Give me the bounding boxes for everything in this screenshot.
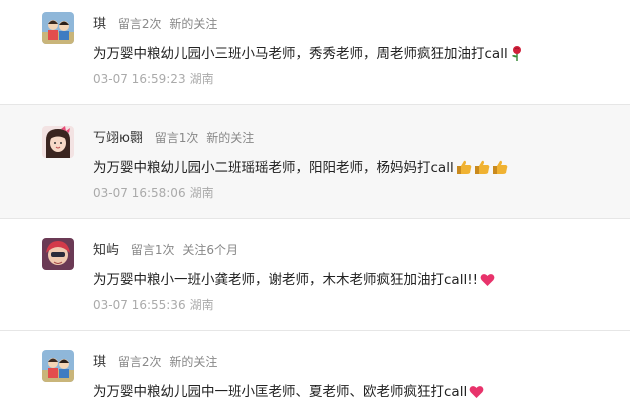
comment-body: 为万婴中粮幼儿园小二班瑶瑶老师，阳阳老师，杨妈妈打call	[93, 160, 454, 176]
comment-count: 留言2次	[117, 17, 162, 31]
location: 湖南	[189, 298, 214, 312]
avatar-cartoon-icon	[42, 238, 74, 270]
comment-meta: 丂翊ю翾 留言1次 新的关注	[93, 127, 254, 146]
comment-meta: 琪 留言2次 新的关注	[93, 13, 217, 32]
follow-status: 新的关注	[169, 355, 218, 369]
follow-status: 新的关注	[206, 131, 255, 145]
avatar[interactable]	[42, 350, 74, 382]
thumbs-up-icon	[474, 159, 490, 179]
location: 湖南	[189, 72, 214, 86]
comment-body: 为万婴中粮幼儿园中一班小匡老师、夏老师、欧老师疯狂打call	[93, 384, 468, 400]
avatar[interactable]	[42, 238, 74, 270]
follow-status: 新的关注	[169, 17, 218, 31]
comment-item: 知屿 留言1次 关注6个月 为万婴中粮小一班小龚老师，谢老师，木木老师疯狂加油打…	[0, 219, 630, 331]
comment-count: 留言2次	[117, 355, 162, 369]
rose-icon	[510, 45, 524, 65]
comment-text: 为万婴中粮幼儿园小三班小马老师，秀秀老师，周老师疯狂加油打call	[93, 42, 524, 65]
location: 湖南	[189, 186, 214, 200]
timestamp: 03-07 16:59:23	[93, 72, 186, 86]
comment-time: 03-07 16:58:06 湖南	[93, 184, 214, 201]
timestamp: 03-07 16:55:36	[93, 298, 186, 312]
comment-text: 为万婴中粮小一班小龚老师，谢老师，木木老师疯狂加油打call!!	[93, 268, 495, 291]
comment-count: 留言1次	[154, 131, 199, 145]
avatar-kids-icon	[42, 12, 74, 44]
commenter-name[interactable]: 丂翊ю翾	[93, 131, 143, 146]
comment-count: 留言1次	[130, 243, 175, 257]
comment-body: 为万婴中粮小一班小龚老师，谢老师，木木老师疯狂加油打call!!	[93, 272, 479, 288]
heart-icon	[480, 273, 495, 291]
thumbs-up-icon	[456, 159, 472, 179]
avatar-girl-icon	[42, 126, 74, 158]
timestamp: 03-07 16:58:06	[93, 186, 186, 200]
commenter-name[interactable]: 知屿	[93, 243, 119, 258]
comment-meta: 知屿 留言1次 关注6个月	[93, 239, 238, 258]
comment-item: 丂翊ю翾 留言1次 新的关注 为万婴中粮幼儿园小二班瑶瑶老师，阳阳老师，杨妈妈打…	[0, 105, 630, 219]
avatar-kids-icon	[42, 350, 74, 382]
avatar[interactable]	[42, 12, 74, 44]
commenter-name[interactable]: 琪	[93, 355, 106, 370]
comment-text: 为万婴中粮幼儿园中一班小匡老师、夏老师、欧老师疯狂打call	[93, 380, 484, 403]
comment-body: 为万婴中粮幼儿园小三班小马老师，秀秀老师，周老师疯狂加油打call	[93, 46, 508, 62]
avatar[interactable]	[42, 126, 74, 158]
comment-item: 琪 留言2次 新的关注 为万婴中粮幼儿园中一班小匡老师、夏老师、欧老师疯狂打ca…	[0, 331, 630, 410]
comment-text: 为万婴中粮幼儿园小二班瑶瑶老师，阳阳老师，杨妈妈打call	[93, 156, 508, 179]
comment-time: 03-07 16:59:23 湖南	[93, 70, 214, 87]
comment-time: 03-07 16:55:36 湖南	[93, 296, 214, 313]
follow-status: 关注6个月	[182, 243, 238, 257]
thumbs-up-icon	[492, 159, 508, 179]
comment-item: 琪 留言2次 新的关注 为万婴中粮幼儿园小三班小马老师，秀秀老师，周老师疯狂加油…	[0, 0, 630, 105]
commenter-name[interactable]: 琪	[93, 17, 106, 32]
comment-meta: 琪 留言2次 新的关注	[93, 351, 217, 370]
comment-list: 琪 留言2次 新的关注 为万婴中粮幼儿园小三班小马老师，秀秀老师，周老师疯狂加油…	[0, 0, 630, 410]
heart-icon	[469, 385, 484, 403]
